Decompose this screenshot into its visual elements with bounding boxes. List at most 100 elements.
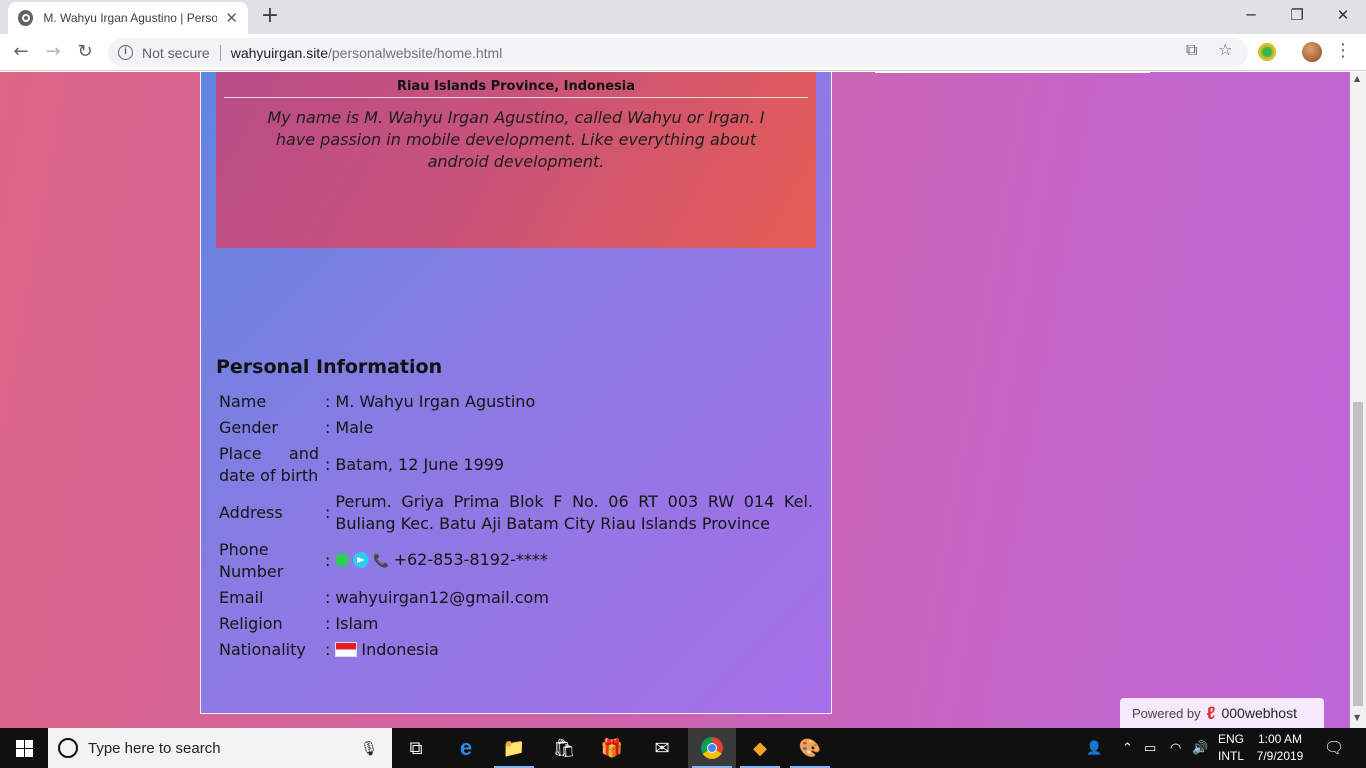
file-explorer-icon[interactable]: 📁 (490, 728, 538, 768)
notifications-icon[interactable]: 🗨 (1324, 728, 1344, 768)
edge-icon[interactable]: e (442, 728, 490, 768)
table-row: Nationality : Indonesia (216, 637, 816, 663)
row-separator: : (325, 614, 331, 633)
nationality-value: Indonesia (361, 640, 439, 659)
row-label: Address (219, 503, 283, 522)
row-value: Batam, 12 June 1999 (335, 455, 505, 474)
row-label: Email (219, 588, 264, 607)
main-content-card: Riau Islands Province, Indonesia My name… (200, 72, 832, 714)
row-label: Name (219, 392, 267, 411)
translate-icon[interactable]: ⧉ (1186, 40, 1197, 60)
clock-time: 1:00 AM (1257, 732, 1303, 746)
tab-title: M. Wahyu Irgan Agustino | Perso (43, 11, 218, 25)
profile-header: Riau Islands Province, Indonesia My name… (216, 72, 816, 248)
close-window-button[interactable]: ✕ (1320, 0, 1366, 30)
browser-tab[interactable]: M. Wahyu Irgan Agustino | Perso ✕ (8, 2, 248, 34)
menu-dots-icon[interactable]: ⋮ (1334, 40, 1352, 61)
table-row: Gender : Male (216, 415, 816, 441)
gift-icon[interactable]: 🎁 (588, 728, 636, 768)
info-icon[interactable]: i (118, 45, 133, 60)
language-indicator[interactable]: ENG INTL (1214, 731, 1248, 765)
page-viewport: Riau Islands Province, Indonesia My name… (0, 72, 1350, 728)
mail-icon[interactable]: ✉ (638, 728, 686, 768)
windows-logo-pane (16, 749, 24, 757)
row-separator: : (325, 455, 331, 474)
table-row: Name : M. Wahyu Irgan Agustino (216, 389, 816, 415)
minimize-button[interactable]: ─ (1228, 0, 1274, 30)
row-separator: : (325, 503, 331, 522)
cortana-icon (58, 738, 78, 758)
reload-icon[interactable]: ↻ (72, 39, 98, 65)
row-label: Gender (219, 418, 278, 437)
clock[interactable]: 1:00 AM 7/9/2019 (1252, 731, 1308, 765)
paint-icon[interactable]: 🎨 (786, 728, 834, 768)
url-host[interactable]: wahyuirgan.site (231, 45, 328, 61)
chrome-icon[interactable] (688, 728, 736, 768)
taskbar: Type here to search 🎙 ⧉ e 📁 🛍 🎁 ✉ ◆ 🎨 👤 … (0, 728, 1366, 768)
search-placeholder: Type here to search (88, 739, 221, 757)
windows-logo-icon (16, 740, 24, 748)
row-value-phone: 📞 +62-853-8192-**** (332, 537, 816, 585)
telegram-icon[interactable] (353, 552, 370, 568)
bio-text: My name is M. Wahyu Irgan Agustino, call… (267, 108, 765, 171)
row-separator: : (325, 551, 331, 570)
restore-button[interactable]: ❐ (1274, 0, 1320, 30)
wifi-icon[interactable]: ◠ (1170, 728, 1181, 768)
microphone-icon[interactable]: 🎙 (360, 740, 378, 757)
security-label[interactable]: Not secure (142, 45, 210, 61)
table-row: Address : Perum. Griya Prima Blok F No. … (216, 489, 816, 537)
location-text: Riau Islands Province, Indonesia (396, 79, 636, 94)
git-icon[interactable]: ◆ (736, 728, 784, 768)
row-value: Islam (335, 614, 379, 633)
powered-by-brand: 000webhost (1221, 705, 1297, 721)
row-separator: : (325, 588, 331, 607)
new-tab-button[interactable]: + (258, 4, 282, 28)
back-arrow-icon[interactable]: ← (8, 39, 34, 65)
clock-date: 7/9/2019 (1256, 749, 1304, 763)
vertical-scrollbar[interactable]: ▲ ▼ (1350, 72, 1366, 728)
start-button[interactable] (0, 728, 48, 768)
task-view-icon[interactable]: ⧉ (392, 728, 440, 768)
people-icon[interactable]: 👤 (1086, 728, 1102, 768)
scroll-down-icon[interactable]: ▼ (1354, 713, 1360, 722)
row-separator: : (325, 418, 331, 437)
forward-arrow-icon[interactable]: → (40, 39, 66, 65)
row-label: Religion (219, 614, 283, 633)
table-row: Phone Number : 📞 +62-853-8192-**** (216, 537, 816, 585)
table-row: Religion : Islam (216, 611, 816, 637)
globe-icon (18, 10, 34, 26)
whatsapp-icon[interactable] (335, 553, 350, 567)
bookmark-star-icon[interactable]: ☆ (1218, 40, 1232, 59)
row-value-nationality: Indonesia (332, 637, 816, 663)
scroll-up-icon[interactable]: ▲ (1354, 74, 1360, 83)
webhost-logo-icon: ℓ (1206, 702, 1216, 723)
volume-icon[interactable]: 🔊 (1192, 728, 1208, 768)
personal-info-table: Name : M. Wahyu Irgan Agustino Gender : … (216, 389, 816, 663)
sidebar-divider (875, 72, 1150, 73)
avatar[interactable] (1302, 42, 1322, 62)
row-value: Perum. Griya Prima Blok F No. 06 RT 003 … (335, 492, 813, 533)
store-icon[interactable]: 🛍 (540, 728, 588, 768)
table-row: Email : wahyuirgan12@gmail.com (216, 585, 816, 611)
row-label: Nationality (219, 640, 306, 659)
battery-icon[interactable]: ▭ (1144, 728, 1156, 768)
table-row: Place and date of birth : Batam, 12 June… (216, 441, 816, 489)
section-title: Personal Information (216, 356, 443, 378)
extension-icon[interactable] (1258, 43, 1276, 61)
omnibox-separator (219, 44, 221, 61)
taskbar-search-input[interactable]: Type here to search 🎙 (48, 728, 392, 768)
row-value: M. Wahyu Irgan Agustino (335, 392, 536, 411)
row-label: Phone Number (219, 540, 284, 581)
windows-logo-pane (25, 749, 33, 757)
address-bar[interactable]: i Not secure wahyuirgan.site/personalweb… (108, 38, 1248, 67)
windows-logo-pane (25, 740, 33, 748)
phone-icon: 📞 (373, 554, 390, 569)
indonesia-flag-icon (335, 642, 358, 657)
close-tab-icon[interactable]: ✕ (225, 9, 238, 27)
url-path[interactable]: /personalwebsite/home.html (328, 45, 502, 61)
show-hidden-icons[interactable]: ⌃ (1122, 728, 1133, 768)
profile-divider (224, 97, 808, 98)
powered-by-badge[interactable]: Powered by ℓ 000webhost (1120, 698, 1324, 728)
scrollbar-thumb[interactable] (1353, 402, 1363, 706)
row-value: wahyuirgan12@gmail.com (335, 588, 549, 607)
